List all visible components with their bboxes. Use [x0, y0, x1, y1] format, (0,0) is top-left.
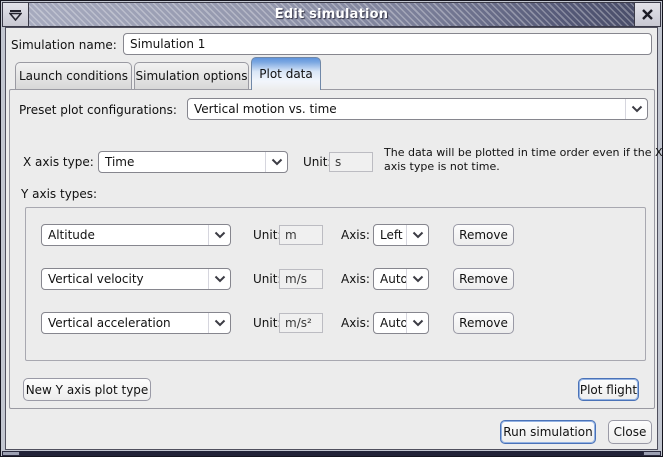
x-axis-note-line2: axis type is not time. — [384, 160, 646, 174]
remove-button[interactable]: Remove — [453, 312, 514, 334]
window-menu-button[interactable] — [2, 2, 29, 27]
x-axis-type-value: Time — [99, 155, 265, 169]
tab-label: Launch conditions — [19, 69, 128, 83]
y-axis-row: Vertical velocity Unit: m/s Axis: Auto R… — [26, 268, 645, 290]
y-axis-type-value: Altitude — [42, 228, 208, 242]
y-axis-type-value: Vertical velocity — [42, 272, 208, 286]
resize-grip-left[interactable] — [2, 451, 20, 456]
window-title: Edit simulation — [275, 7, 388, 22]
preset-plot-label: Preset plot configurations: — [19, 103, 177, 117]
axis-label: Axis: — [341, 316, 370, 330]
close-button[interactable]: Close — [608, 420, 652, 444]
x-axis-note: The data will be plotted in time order e… — [384, 146, 646, 174]
edit-simulation-dialog: Edit simulation Simulation name: Launch … — [0, 0, 663, 457]
simulation-name-label: Simulation name: — [11, 38, 117, 52]
axis-value: Auto — [374, 316, 406, 330]
axis-combobox[interactable]: Left — [373, 224, 429, 246]
chevron-down-icon — [406, 269, 428, 289]
chevron-down-icon — [208, 225, 230, 245]
unit-label: Unit: — [253, 272, 281, 286]
chevron-down-icon — [406, 313, 428, 333]
tab-label: Plot data — [259, 67, 312, 81]
close-icon — [641, 8, 654, 21]
axis-label: Axis: — [341, 228, 370, 242]
dialog-body: Simulation name: Launch conditions Simul… — [5, 27, 658, 450]
axis-value: Left — [374, 228, 406, 242]
new-y-axis-plot-type-button[interactable]: New Y axis plot type — [23, 378, 151, 401]
y-axis-type-combobox[interactable]: Vertical velocity — [41, 268, 231, 290]
tab-plot-data[interactable]: Plot data — [251, 57, 321, 90]
axis-value: Auto — [374, 272, 406, 286]
chevron-down-icon — [406, 225, 428, 245]
window-titlebar-row: Edit simulation — [2, 2, 661, 27]
chevron-down-icon — [265, 152, 287, 172]
unit-label: Unit: — [253, 228, 281, 242]
unit-field: m/s — [279, 269, 323, 289]
y-axis-type-combobox[interactable]: Vertical acceleration — [41, 312, 231, 334]
chevron-down-icon — [208, 313, 230, 333]
plot-flight-button[interactable]: Plot flight — [578, 378, 639, 401]
window-close-button[interactable] — [634, 2, 661, 27]
plot-data-panel: Preset plot configurations: Vertical mot… — [9, 89, 655, 409]
x-axis-note-line1: The data will be plotted in time order e… — [384, 146, 646, 160]
window-bottom-frame[interactable] — [2, 451, 661, 456]
resize-grip-right[interactable] — [643, 451, 661, 456]
y-axis-types-groupbox: Altitude Unit: m Axis: Left Remove Verti… — [25, 207, 646, 361]
remove-button[interactable]: Remove — [453, 224, 514, 246]
x-axis-type-combobox[interactable]: Time — [98, 151, 288, 173]
simulation-name-input[interactable] — [123, 33, 652, 55]
preset-plot-value: Vertical motion vs. time — [188, 102, 625, 116]
tab-label: Simulation options — [136, 69, 248, 83]
y-axis-types-label: Y axis types: — [21, 187, 97, 201]
tab-launch-conditions[interactable]: Launch conditions — [15, 62, 132, 89]
unit-field: m/s² — [279, 313, 323, 333]
preset-plot-combobox[interactable]: Vertical motion vs. time — [187, 98, 648, 120]
x-axis-unit-label: Unit: — [303, 155, 331, 169]
tab-simulation-options[interactable]: Simulation options — [134, 62, 249, 89]
unit-field: m — [279, 225, 323, 245]
run-simulation-button[interactable]: Run simulation — [500, 420, 596, 444]
axis-combobox[interactable]: Auto — [373, 312, 429, 334]
window-titlebar[interactable]: Edit simulation — [29, 2, 634, 27]
x-axis-type-label: X axis type: — [23, 155, 94, 169]
x-axis-unit-field: s — [329, 152, 373, 172]
axis-combobox[interactable]: Auto — [373, 268, 429, 290]
remove-button[interactable]: Remove — [453, 268, 514, 290]
y-axis-row: Altitude Unit: m Axis: Left Remove — [26, 224, 645, 246]
y-axis-row: Vertical acceleration Unit: m/s² Axis: A… — [26, 312, 645, 334]
y-axis-type-value: Vertical acceleration — [42, 316, 208, 330]
window-menu-icon — [9, 9, 22, 21]
chevron-down-icon — [208, 269, 230, 289]
chevron-down-icon — [625, 99, 647, 119]
y-axis-type-combobox[interactable]: Altitude — [41, 224, 231, 246]
axis-label: Axis: — [341, 272, 370, 286]
unit-label: Unit: — [253, 316, 281, 330]
